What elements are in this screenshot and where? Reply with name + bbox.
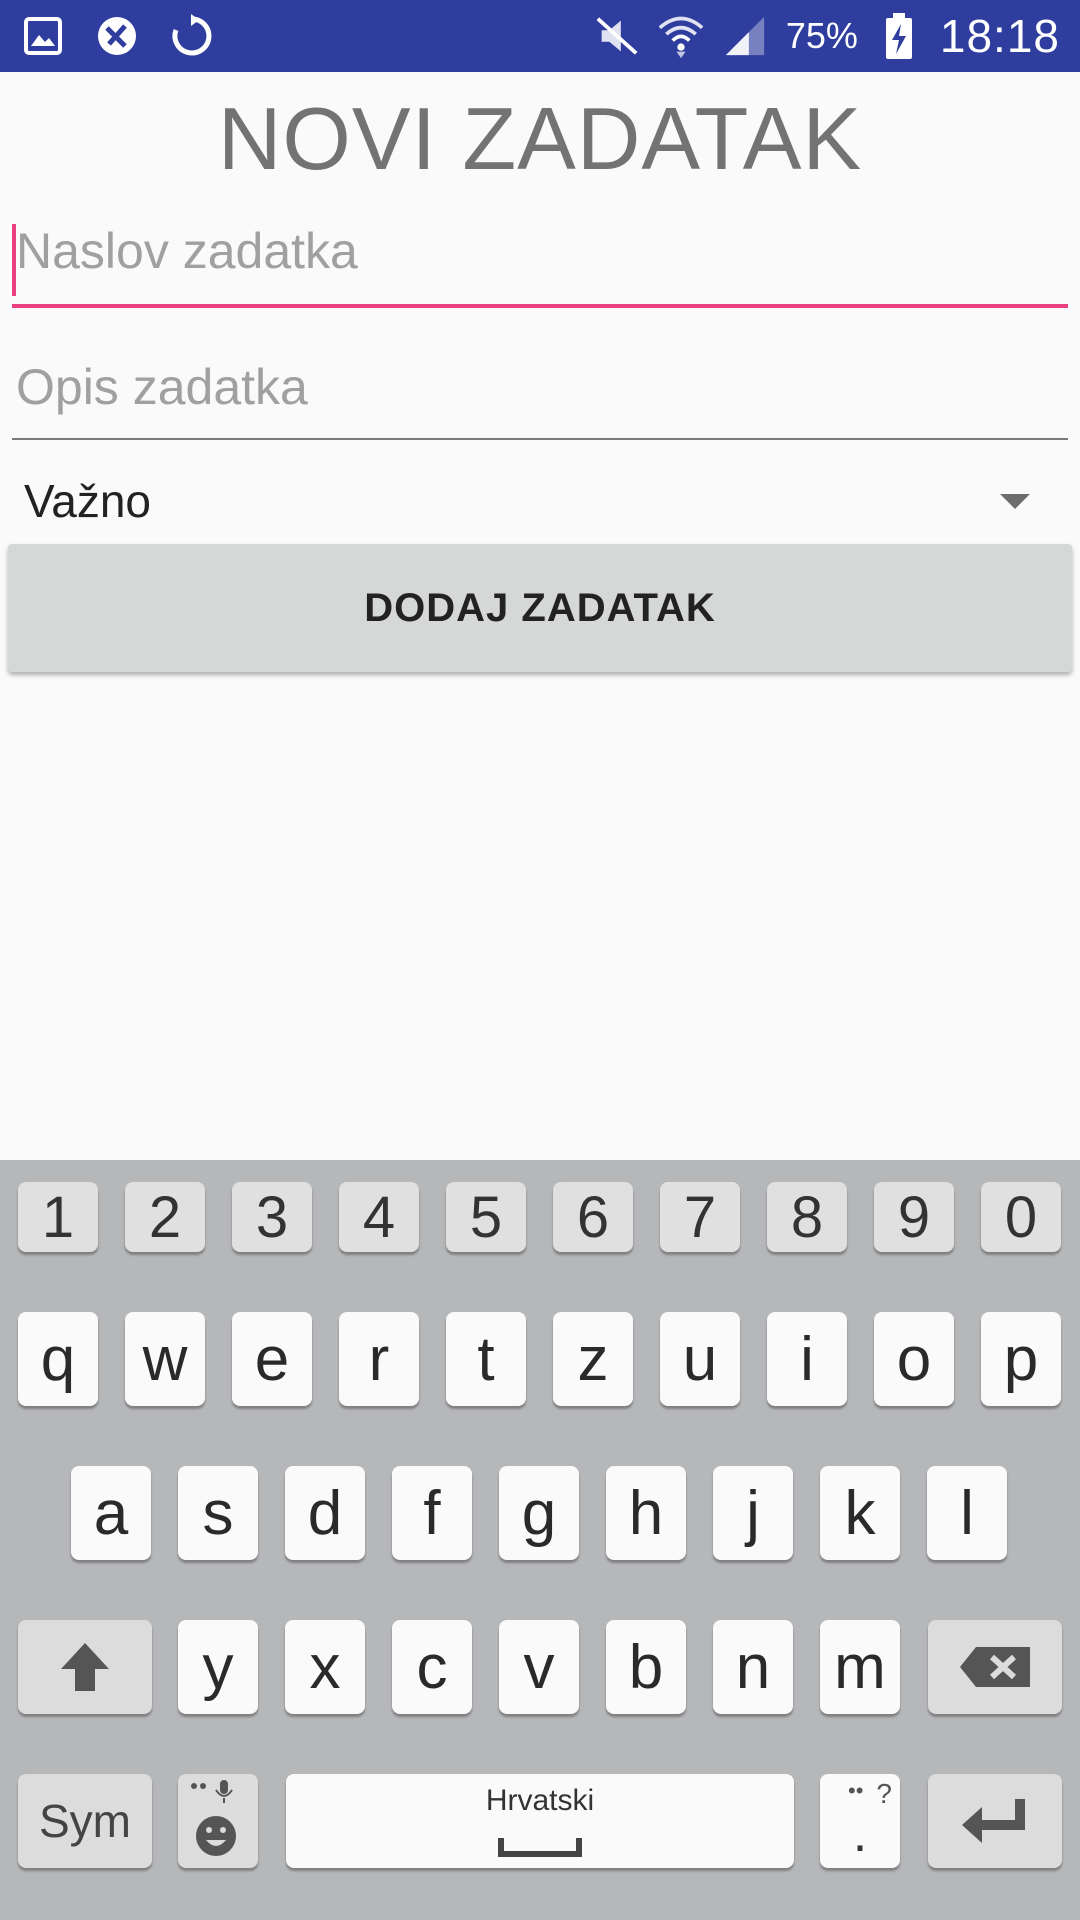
key-w[interactable]: w <box>125 1312 205 1406</box>
key-k[interactable]: k <box>820 1466 900 1560</box>
key-0[interactable]: 0 <box>981 1182 1061 1252</box>
key-4[interactable]: 4 <box>339 1182 419 1252</box>
priority-dropdown[interactable]: Važno <box>24 470 1044 536</box>
key-1[interactable]: 1 <box>18 1182 98 1252</box>
key-x[interactable]: x <box>285 1620 365 1714</box>
wifi-icon <box>658 13 704 59</box>
key-i[interactable]: i <box>767 1312 847 1406</box>
key-s[interactable]: s <box>178 1466 258 1560</box>
add-task-button[interactable]: DODAJ ZADATAK <box>8 544 1072 672</box>
key-5[interactable]: 5 <box>446 1182 526 1252</box>
clock: 18:18 <box>939 10 1060 62</box>
key-t[interactable]: t <box>446 1312 526 1406</box>
period-key-hint: ? <box>876 1778 892 1809</box>
priority-selected-value: Važno <box>24 475 152 527</box>
period-key[interactable]: ? •• . <box>820 1774 900 1868</box>
task-description-input[interactable] <box>12 358 1068 416</box>
key-m[interactable]: m <box>820 1620 900 1714</box>
period-key-dots: •• <box>848 1778 864 1803</box>
dropdown-arrow-icon <box>1000 494 1030 509</box>
space-key[interactable]: Hrvatski <box>286 1774 794 1868</box>
shift-key[interactable] <box>18 1620 152 1714</box>
battery-charging-icon <box>876 13 922 59</box>
key-c[interactable]: c <box>392 1620 472 1714</box>
page-title: NOVI ZADATAK <box>217 89 863 188</box>
key-f[interactable]: f <box>392 1466 472 1560</box>
spacebar-icon <box>498 1838 582 1857</box>
key-h[interactable]: h <box>606 1466 686 1560</box>
key-u[interactable]: u <box>660 1312 740 1406</box>
backspace-key[interactable] <box>928 1620 1062 1714</box>
text-cursor <box>12 224 16 296</box>
period-key-label: . <box>852 1805 868 1863</box>
key-8[interactable]: 8 <box>767 1182 847 1252</box>
key-d[interactable]: d <box>285 1466 365 1560</box>
key-6[interactable]: 6 <box>553 1182 633 1252</box>
sym-key[interactable]: Sym <box>18 1774 152 1868</box>
emoji-key[interactable] <box>178 1774 258 1868</box>
key-p[interactable]: p <box>981 1312 1061 1406</box>
emoji-icon <box>191 1780 236 1856</box>
key-2[interactable]: 2 <box>125 1182 205 1252</box>
sync-icon <box>168 13 214 59</box>
battery-percent: 75% <box>785 15 858 56</box>
key-r[interactable]: r <box>339 1312 419 1406</box>
keyboard-language-label: Hrvatski <box>485 1784 595 1817</box>
signal-icon <box>722 13 768 59</box>
mute-icon <box>594 13 640 59</box>
backspace-icon <box>960 1647 1030 1687</box>
key-7[interactable]: 7 <box>660 1182 740 1252</box>
key-b[interactable]: b <box>606 1620 686 1714</box>
key-g[interactable]: g <box>499 1466 579 1560</box>
key-l[interactable]: l <box>927 1466 1007 1560</box>
key-j[interactable]: j <box>713 1466 793 1560</box>
task-title-field[interactable] <box>12 222 1068 308</box>
enter-icon <box>962 1799 1025 1843</box>
no-sim-icon <box>94 13 140 59</box>
task-description-field[interactable] <box>12 358 1068 440</box>
key-n[interactable]: n <box>713 1620 793 1714</box>
status-bar: 75% 18:18 <box>0 0 1080 72</box>
key-a[interactable]: a <box>71 1466 151 1560</box>
enter-key[interactable] <box>928 1774 1062 1868</box>
soft-keyboard: 1234567890 qwertzuiop asdfghjkl yxcvbnm … <box>0 1160 1080 1920</box>
microphone-icon <box>215 1780 233 1803</box>
key-o[interactable]: o <box>874 1312 954 1406</box>
key-e[interactable]: e <box>232 1312 312 1406</box>
key-v[interactable]: v <box>499 1620 579 1714</box>
key-3[interactable]: 3 <box>232 1182 312 1252</box>
key-9[interactable]: 9 <box>874 1182 954 1252</box>
key-z[interactable]: z <box>553 1312 633 1406</box>
key-y[interactable]: y <box>178 1620 258 1714</box>
key-q[interactable]: q <box>18 1312 98 1406</box>
shift-icon <box>61 1643 109 1691</box>
task-title-input[interactable] <box>12 222 1068 280</box>
gallery-icon <box>20 13 66 59</box>
